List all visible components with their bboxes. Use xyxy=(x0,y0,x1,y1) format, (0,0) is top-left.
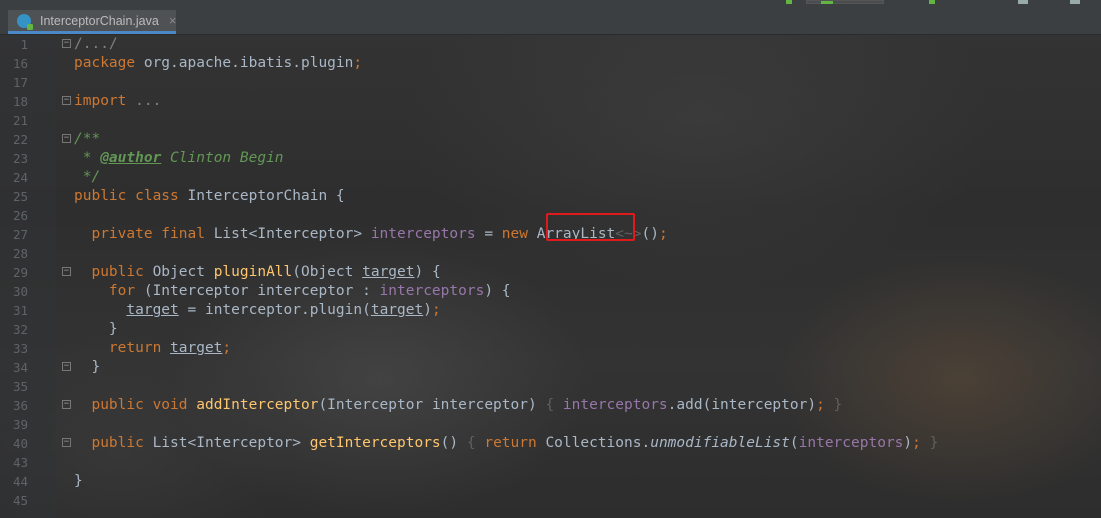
code-text: import ... xyxy=(74,93,162,109)
line-number: 32 xyxy=(12,322,28,337)
line-number: 16 xyxy=(12,56,28,71)
code-line[interactable]: 32 } xyxy=(0,320,1101,339)
fold-toggle-icon[interactable]: − xyxy=(62,134,71,143)
fold-toggle-icon[interactable]: − xyxy=(62,438,71,447)
line-number: 40 xyxy=(12,436,28,451)
code-text: for (Interceptor interceptor : intercept… xyxy=(108,283,511,299)
toolbar-icon[interactable] xyxy=(1018,0,1028,4)
code-line[interactable]: 29 − public Object pluginAll(Object targe… xyxy=(0,263,1101,282)
run-config-dropdown[interactable] xyxy=(806,0,884,4)
line-number: 30 xyxy=(12,284,28,299)
code-line[interactable]: 30 for (Interceptor interceptor : interc… xyxy=(0,282,1101,301)
fold-toggle-icon[interactable]: − xyxy=(62,39,71,48)
code-line[interactable]: 23 * @author Clinton Begin xyxy=(0,149,1101,168)
code-line[interactable]: 17 xyxy=(0,73,1101,92)
line-number: 22 xyxy=(12,132,28,147)
code-line[interactable]: 33 return target; xyxy=(0,339,1101,358)
code-line[interactable]: 35 xyxy=(0,377,1101,396)
code-line[interactable]: 24 */ xyxy=(0,168,1101,187)
code-text: public class InterceptorChain { xyxy=(74,188,345,204)
run-icon[interactable] xyxy=(786,0,792,4)
code-text: public List<Interceptor> getInterceptors… xyxy=(91,435,939,451)
code-line[interactable]: 25 public class InterceptorChain { xyxy=(0,187,1101,206)
line-number: 44 xyxy=(12,474,28,489)
file-tab-label: InterceptorChain.java xyxy=(40,13,159,28)
line-number: 1 xyxy=(20,37,28,52)
code-line[interactable]: 16 package org.apache.ibatis.plugin; xyxy=(0,54,1101,73)
line-number: 36 xyxy=(12,398,28,413)
line-number: 23 xyxy=(12,151,28,166)
code-line[interactable]: 34 − } xyxy=(0,358,1101,377)
code-text: public Object pluginAll(Object target) { xyxy=(91,264,441,280)
line-number: 26 xyxy=(12,208,28,223)
code-text: public void addInterceptor(Interceptor i… xyxy=(91,397,843,413)
debug-icon[interactable] xyxy=(929,0,935,4)
close-icon[interactable]: × xyxy=(169,13,177,28)
code-text: } xyxy=(74,359,101,375)
code-line[interactable]: 1 −/.../ xyxy=(0,35,1101,54)
code-line[interactable]: 28 xyxy=(0,244,1101,263)
code-line[interactable]: 31 target = interceptor.plugin(target); xyxy=(0,301,1101,320)
line-number: 29 xyxy=(12,265,28,280)
line-number: 24 xyxy=(12,170,28,185)
code-line[interactable]: 44} xyxy=(0,472,1101,491)
code-text: /.../ xyxy=(74,36,118,52)
code-text: } xyxy=(74,473,83,489)
code-text: */ xyxy=(74,169,101,185)
code-line[interactable]: 22 −/** xyxy=(0,130,1101,149)
editor-tab-bar: InterceptorChain.java × xyxy=(0,0,1101,35)
line-number: 45 xyxy=(12,493,28,508)
code-text: package org.apache.ibatis.plugin; xyxy=(74,55,363,71)
code-line[interactable]: 43 xyxy=(0,453,1101,472)
line-number: 25 xyxy=(12,189,28,204)
code-line[interactable]: 36 − public void addInterceptor(Intercept… xyxy=(0,396,1101,415)
fold-toggle-icon[interactable]: − xyxy=(62,96,71,105)
line-number: 21 xyxy=(12,113,28,128)
search-icon[interactable] xyxy=(1070,0,1080,4)
code-text: target = interceptor.plugin(target); xyxy=(126,302,441,318)
fold-toggle-icon[interactable]: − xyxy=(62,267,71,276)
code-line[interactable]: 18 − import ... xyxy=(0,92,1101,111)
fold-toggle-icon[interactable]: − xyxy=(62,362,71,371)
line-number: 43 xyxy=(12,455,28,470)
code-text: } xyxy=(74,321,118,337)
line-number: 17 xyxy=(12,75,28,90)
file-tab[interactable]: InterceptorChain.java × xyxy=(8,10,176,34)
code-line[interactable]: 21 xyxy=(0,111,1101,130)
line-number: 31 xyxy=(12,303,28,318)
code-line[interactable]: 45 xyxy=(0,491,1101,510)
code-text: * @author Clinton Begin xyxy=(74,150,284,166)
line-number: 28 xyxy=(12,246,28,261)
line-number: 34 xyxy=(12,360,28,375)
java-class-icon xyxy=(17,13,33,30)
fold-toggle-icon[interactable]: − xyxy=(62,400,71,409)
highlight-box xyxy=(546,213,635,241)
code-line[interactable]: 39 xyxy=(0,415,1101,434)
line-number: 18 xyxy=(12,94,28,109)
line-number: 33 xyxy=(12,341,28,356)
line-number: 39 xyxy=(12,417,28,432)
code-text: /** xyxy=(74,131,101,147)
line-number: 35 xyxy=(12,379,28,394)
code-text: return target; xyxy=(108,340,232,356)
line-number: 27 xyxy=(12,227,28,242)
code-line[interactable]: 40 − public List<Interceptor> getIntercep… xyxy=(0,434,1101,453)
